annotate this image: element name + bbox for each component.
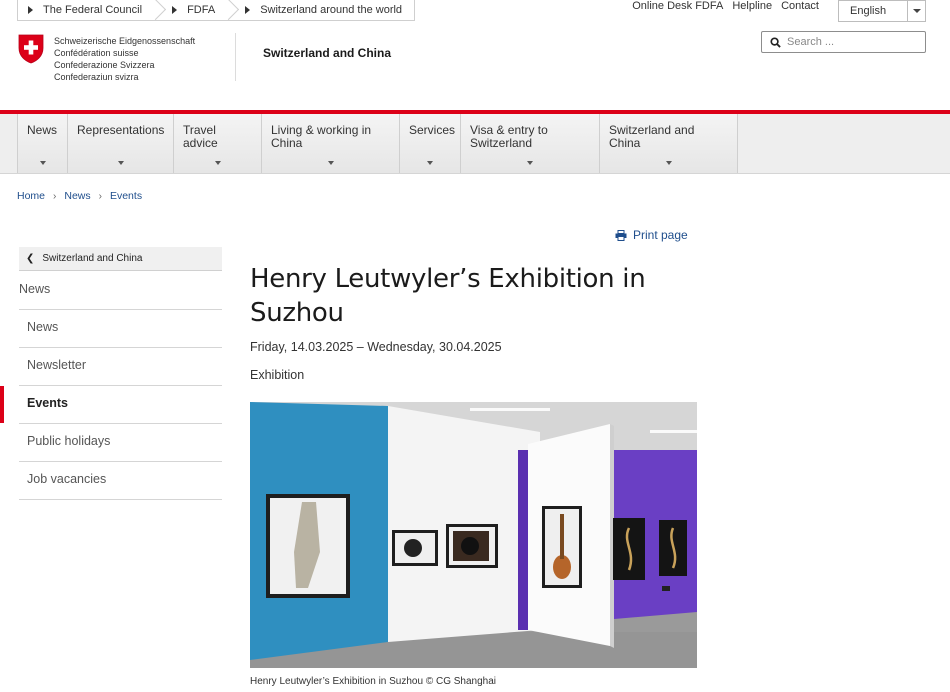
divider	[19, 385, 222, 386]
nav-label: Living & working in China	[271, 123, 372, 150]
triangle-right-icon	[245, 6, 251, 14]
sidebar-back-link[interactable]: ❮ Switzerland and China	[19, 247, 222, 271]
exhibition-photo[interactable]	[250, 402, 697, 668]
confed-line: Confédération suisse	[54, 48, 139, 58]
nav-label: Representations	[77, 123, 165, 137]
divider	[19, 309, 222, 310]
nav-label: News	[27, 123, 58, 137]
chevron-right-icon: ›	[98, 190, 102, 202]
caret-down-icon	[117, 161, 124, 165]
chevron-left-icon: ❮	[26, 253, 35, 264]
chevron-right-icon: ›	[53, 190, 57, 202]
breadcrumb: Home › News › Events	[17, 190, 142, 202]
divider	[19, 347, 222, 348]
confed-line: Schweizerische Eidgenossenschaft	[54, 36, 196, 46]
nav-travel-advice[interactable]: Travel advice	[173, 114, 261, 173]
tab-switzerland-around-world[interactable]: Switzerland around the world	[227, 0, 414, 20]
photo-caption: Henry Leutwyler’s Exhibition in Suzhou ©…	[250, 676, 497, 687]
breadcrumb-news[interactable]: News	[64, 190, 90, 202]
nav-label: Services	[409, 123, 456, 137]
active-indicator	[0, 386, 4, 423]
triangle-right-icon	[172, 6, 178, 14]
divider	[19, 461, 222, 462]
nav-switzerland-china[interactable]: Switzerland and China	[599, 114, 738, 173]
caret-down-icon	[527, 161, 533, 165]
caret-down-icon	[214, 161, 221, 165]
service-links: Online Desk FDFA Helpline Contact	[632, 0, 819, 12]
swiss-coat-of-arms-logo[interactable]	[18, 34, 44, 69]
print-label: Print page	[633, 228, 688, 242]
nav-news[interactable]: News	[17, 114, 67, 173]
caret-down-icon	[39, 161, 46, 165]
breadcrumb-events[interactable]: Events	[110, 190, 142, 202]
sidebar-section-title[interactable]: News	[19, 282, 50, 296]
nav-services[interactable]: Services	[399, 114, 460, 173]
link-helpline[interactable]: Helpline	[732, 0, 772, 12]
search-box[interactable]	[761, 31, 926, 53]
language-select[interactable]: English	[838, 0, 926, 22]
sidebar-item-events[interactable]: Events	[27, 396, 68, 410]
chevron-down-icon	[912, 9, 921, 13]
main-navigation: News Representations Travel advice Livin…	[17, 114, 738, 173]
nav-visa-entry[interactable]: Visa & entry to Switzerland	[460, 114, 599, 173]
confederation-name: Schweizerische Eidgenossenschaft Confédé…	[54, 35, 195, 83]
search-icon	[770, 36, 781, 48]
divider	[19, 423, 222, 424]
event-date: Friday, 14.03.2025 – Wednesday, 30.04.20…	[250, 340, 502, 354]
nav-representations[interactable]: Representations	[67, 114, 173, 173]
caret-down-icon	[427, 161, 433, 165]
link-online-desk[interactable]: Online Desk FDFA	[632, 0, 723, 12]
language-dropdown-button[interactable]	[907, 1, 925, 21]
sidebar-back-label: Switzerland and China	[42, 253, 143, 264]
swiss-shield-icon	[18, 34, 44, 64]
sidebar-item-job-vacancies[interactable]: Job vacancies	[27, 472, 106, 486]
federal-breadcrumb-tabs: The Federal Council FDFA Switzerland aro…	[17, 0, 416, 21]
caret-down-icon	[665, 161, 672, 165]
nav-label: Switzerland and China	[609, 123, 695, 150]
nav-label: Visa & entry to Switzerland	[470, 123, 548, 150]
printer-icon	[615, 229, 627, 241]
confed-line: Confederaziun svizra	[54, 72, 139, 82]
nav-living-working[interactable]: Living & working in China	[261, 114, 399, 173]
tab-fdfa[interactable]: FDFA	[154, 0, 227, 20]
divider	[19, 499, 222, 500]
print-page-link[interactable]: Print page	[615, 228, 688, 242]
language-value: English	[850, 5, 887, 17]
nav-label: Travel advice	[183, 123, 218, 150]
search-input[interactable]	[787, 36, 917, 48]
event-category: Exhibition	[250, 368, 305, 382]
sidebar-item-public-holidays[interactable]: Public holidays	[27, 434, 110, 448]
tab-federal-council[interactable]: The Federal Council	[18, 0, 154, 20]
tab-label: FDFA	[187, 4, 216, 16]
tab-label: The Federal Council	[43, 4, 143, 16]
caret-down-icon	[327, 161, 334, 165]
site-title[interactable]: Switzerland and China	[263, 46, 391, 60]
page-title: Henry Leutwyler’s Exhibition in Suzhou	[250, 264, 646, 328]
sidebar-item-newsletter[interactable]: Newsletter	[27, 358, 86, 372]
tab-label: Switzerland around the world	[260, 4, 403, 16]
gallery-illustration	[250, 402, 697, 668]
confed-line: Confederazione Svizzera	[54, 60, 155, 70]
triangle-right-icon	[28, 6, 33, 14]
header-divider	[235, 33, 236, 81]
sidebar-item-news[interactable]: News	[27, 320, 58, 334]
breadcrumb-home[interactable]: Home	[17, 190, 45, 202]
link-contact[interactable]: Contact	[781, 0, 819, 12]
